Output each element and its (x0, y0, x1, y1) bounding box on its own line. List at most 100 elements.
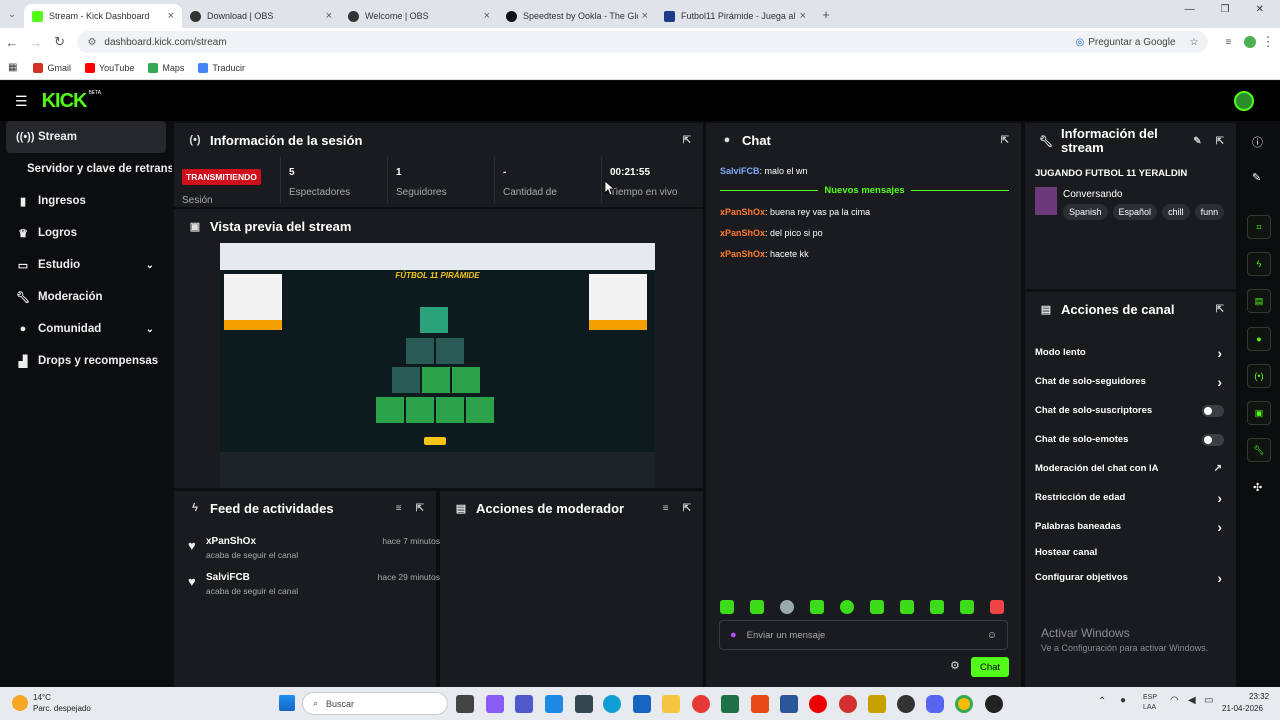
profile-avatar[interactable] (1244, 36, 1257, 48)
wifi-icon[interactable]: ◠ (1170, 695, 1179, 706)
subscribers-only-toggle[interactable] (1202, 404, 1224, 417)
battery-icon[interactable]: ▭ (1204, 695, 1213, 706)
tag-pill[interactable]: funn (1194, 204, 1225, 220)
edit-pencil-icon[interactable]: ✎ (1193, 136, 1201, 147)
excel-icon[interactable] (721, 695, 739, 713)
clock-time[interactable]: 23:32 (1249, 692, 1269, 701)
hamburger-menu-icon[interactable]: ☰ (15, 93, 28, 110)
browser-tab[interactable]: Speedtest by Ookla - The Glob × (498, 4, 656, 28)
emote-icon[interactable] (750, 600, 764, 614)
rail-button-lightning-icon[interactable]: ϟ (1247, 252, 1271, 276)
chat-username[interactable]: xPanShOx (720, 249, 765, 259)
teams-icon[interactable] (515, 695, 533, 713)
ask-google-button[interactable]: Preguntar a Google (1088, 37, 1175, 48)
app-icon[interactable] (633, 695, 651, 713)
bookmark-star-icon[interactable]: ☆ (1190, 37, 1199, 48)
sidebar-item-stream[interactable]: ((•)) Stream (6, 121, 166, 153)
app-icon[interactable] (751, 695, 769, 713)
maximize-icon[interactable]: ❐ (1221, 4, 1230, 15)
stream-category[interactable]: Conversando (1063, 189, 1122, 200)
action-emotes-only[interactable]: Chat de solo-emotes (1025, 425, 1236, 454)
task-view-icon[interactable] (456, 695, 474, 713)
menu-icon[interactable]: ⋮ (1256, 34, 1280, 50)
rail-button-clip-icon[interactable]: ⌗ (1247, 215, 1271, 239)
app-icon[interactable] (897, 695, 915, 713)
start-windows-icon[interactable] (279, 695, 295, 711)
filter-icon[interactable]: ≡ (396, 503, 402, 514)
clock-date[interactable]: 21-04-2026 (1222, 704, 1263, 713)
tag-pill[interactable]: chill (1162, 204, 1190, 220)
bookmark-gmail[interactable]: Gmail (33, 62, 71, 73)
filter-icon[interactable]: ≡ (663, 503, 669, 514)
rail-button-document-icon[interactable]: ▤ (1247, 289, 1271, 313)
emotes-only-toggle[interactable] (1202, 433, 1224, 446)
edge-icon[interactable] (603, 695, 621, 713)
sidebar-item-drops[interactable]: ▟ Drops y recompensas (0, 345, 172, 377)
sidebar-item-comunidad[interactable]: ● Comunidad ⌄ (0, 313, 172, 345)
apps-grid-icon[interactable]: ▦ (8, 62, 17, 73)
discord-icon[interactable] (926, 695, 944, 713)
copilot-icon[interactable] (486, 695, 504, 713)
rail-button-wrench-icon[interactable]: 🔧︎ (1247, 438, 1271, 462)
reload-icon[interactable]: ↻ (48, 34, 72, 50)
rail-button-broadcast-icon[interactable]: (•) (1247, 364, 1271, 388)
info-icon[interactable]: ⓘ (1252, 134, 1263, 150)
app-icon[interactable] (575, 695, 593, 713)
browser-tab[interactable]: Download | OBS × (182, 4, 340, 28)
volume-icon[interactable]: ◀ (1188, 695, 1196, 706)
rail-button-channel-icon[interactable]: ▣ (1247, 401, 1271, 425)
sidebar-item-server-key[interactable]: Servidor y clave de retransmisión (0, 153, 172, 185)
keyboard-layout[interactable]: LAA (1143, 704, 1156, 711)
stream-video[interactable]: FÚTBOL 11 PIRÁMIDE (220, 243, 655, 488)
tag-pill[interactable]: Spanish (1063, 204, 1108, 220)
browser-tab[interactable]: Welcome | OBS × (340, 4, 498, 28)
sidebar-item-moderacion[interactable]: 🔧︎ Moderación (0, 281, 172, 313)
emote-icon[interactable] (900, 600, 914, 614)
action-host-channel[interactable]: Hostear canal (1025, 541, 1236, 563)
rail-button-chat-icon[interactable]: ● (1247, 327, 1271, 351)
opera-icon[interactable] (809, 695, 827, 713)
close-tab-icon[interactable]: × (326, 10, 332, 22)
more-options-icon[interactable]: ✣ (1253, 481, 1262, 494)
emoji-icon[interactable]: ☺ (987, 630, 997, 641)
obs-icon[interactable] (985, 695, 1003, 713)
popout-icon[interactable]: ⇱ (1216, 136, 1224, 147)
emote-icon[interactable] (810, 600, 824, 614)
language-code[interactable]: ESP (1143, 694, 1157, 701)
url-input[interactable]: ⚙ dashboard.kick.com/stream ◎ Preguntar … (77, 31, 1209, 53)
tray-chevron-up-icon[interactable]: ⌃ (1098, 696, 1106, 707)
minimize-icon[interactable]: — (1185, 4, 1195, 15)
action-banned-words[interactable]: Palabras baneadas › (1025, 512, 1236, 541)
chrome-icon[interactable] (955, 695, 973, 713)
word-icon[interactable] (780, 695, 798, 713)
tab-list-icon[interactable]: ⌄ (0, 9, 24, 20)
emote-icon[interactable] (870, 600, 884, 614)
app-icon[interactable] (545, 695, 563, 713)
popout-icon[interactable]: ⇱ (416, 503, 424, 514)
bookmark-maps[interactable]: Maps (148, 62, 184, 73)
browser-tab[interactable]: Futbol11 Pirámide - Juega al ju × (656, 4, 814, 28)
emote-icon[interactable] (930, 600, 944, 614)
close-window-icon[interactable]: ✕ (1256, 4, 1264, 15)
edit-pencil-icon[interactable]: ✎ (1252, 171, 1261, 184)
site-info-icon[interactable]: ⚙ (87, 37, 96, 48)
sidebar-item-estudio[interactable]: ▭ Estudio ⌄ (0, 249, 172, 281)
tag-pill[interactable]: Español (1112, 204, 1158, 220)
chat-username[interactable]: xPanShOx (720, 228, 765, 238)
popout-icon[interactable]: ⇱ (1001, 135, 1009, 146)
action-ai-moderation[interactable]: Moderación del chat con IA ↗ (1025, 454, 1236, 483)
app-icon[interactable] (839, 695, 857, 713)
forward-icon[interactable]: → (24, 35, 48, 50)
bookmark-translate[interactable]: Traducir (198, 62, 245, 73)
popout-icon[interactable]: ⇱ (683, 135, 691, 146)
popout-icon[interactable]: ⇱ (1216, 304, 1224, 315)
bookmark-youtube[interactable]: YouTube (84, 62, 134, 73)
action-age-restriction[interactable]: Restricción de edad › (1025, 483, 1236, 512)
microphone-icon[interactable]: ● (730, 629, 737, 641)
sidebar-item-logros[interactable]: ♛ Logros (0, 217, 172, 249)
action-subscribers-only[interactable]: Chat de solo-suscriptores (1025, 396, 1236, 425)
close-tab-icon[interactable]: × (168, 10, 174, 22)
action-followers-only[interactable]: Chat de solo-seguidores › (1025, 367, 1236, 396)
close-tab-icon[interactable]: × (800, 10, 806, 22)
new-tab-icon[interactable]: + (814, 7, 838, 22)
